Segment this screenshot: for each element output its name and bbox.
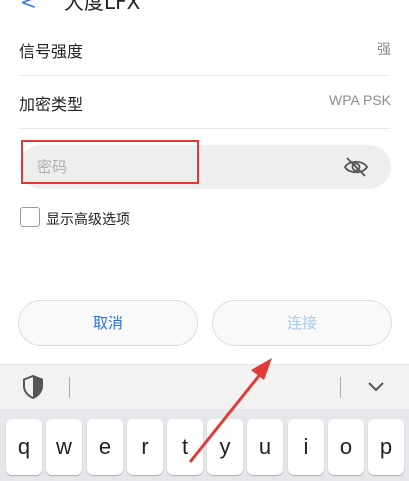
connect-button[interactable]: 连接 bbox=[212, 300, 392, 346]
signal-strength-label: 信号强度 bbox=[19, 42, 84, 61]
key-p[interactable]: p bbox=[368, 419, 404, 475]
password-input[interactable] bbox=[19, 145, 319, 189]
encryption-type-value: WPA PSK bbox=[329, 92, 391, 108]
key-y[interactable]: y bbox=[207, 419, 243, 475]
key-u[interactable]: u bbox=[247, 419, 283, 475]
show-password-eye-icon[interactable] bbox=[343, 156, 369, 178]
key-r[interactable]: r bbox=[127, 419, 163, 475]
shield-icon[interactable] bbox=[22, 375, 44, 399]
toolbar-separator bbox=[340, 377, 341, 398]
key-q[interactable]: q bbox=[6, 419, 42, 475]
key-e[interactable]: e bbox=[87, 419, 123, 475]
back-arrow-icon[interactable]: < bbox=[20, 0, 37, 12]
keyboard-toolbar bbox=[0, 364, 409, 410]
advanced-options-label: 显示高级选项 bbox=[46, 212, 130, 228]
network-name-title: 大度LFX bbox=[64, 0, 141, 12]
key-t[interactable]: t bbox=[167, 419, 203, 475]
encryption-type-row: 加密类型 WPA PSK bbox=[0, 75, 409, 128]
keyboard: q w e r t y u i o p bbox=[0, 409, 409, 481]
signal-strength-value: 强 bbox=[377, 41, 391, 57]
key-o[interactable]: o bbox=[328, 419, 364, 475]
toolbar-separator bbox=[69, 377, 70, 398]
key-i[interactable]: i bbox=[288, 419, 324, 475]
advanced-options-checkbox[interactable] bbox=[20, 207, 40, 227]
encryption-type-label: 加密类型 bbox=[19, 95, 84, 114]
collapse-keyboard-chevron-down-icon[interactable] bbox=[366, 378, 386, 396]
cancel-button[interactable]: 取消 bbox=[18, 300, 198, 346]
password-field-container bbox=[19, 145, 391, 189]
top-bar: < 大度LFX bbox=[0, 0, 409, 12]
signal-strength-row: 信号强度 强 bbox=[0, 22, 409, 75]
row-divider bbox=[19, 128, 390, 129]
key-w[interactable]: w bbox=[46, 419, 82, 475]
